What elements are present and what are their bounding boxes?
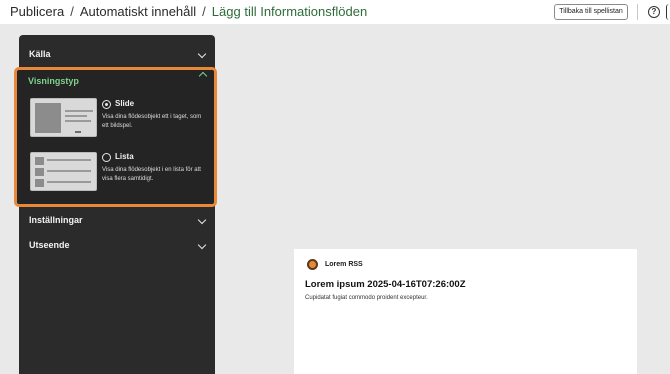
breadcrumb-current-page: Lägg till Informationsflöden [211,4,368,19]
breadcrumb-publicera[interactable]: Publicera [10,4,64,20]
lista-radio[interactable] [102,153,111,162]
back-to-playlist-button[interactable]: Tillbaka till spellistan [554,4,628,20]
breadcrumb-automatiskt-innehall[interactable]: Automatiskt innehåll [80,4,196,20]
list-text-line [47,170,91,172]
section-installningar-label: Inställningar [29,215,83,225]
slide-description: Visa dina flödesobjekt ett i taget, som … [102,114,202,129]
help-icon[interactable]: ? [648,6,660,18]
list-image-placeholder [35,179,44,187]
more-icon[interactable] [666,4,670,20]
breadcrumb-separator: / [70,4,74,19]
slide-image-placeholder [35,103,61,133]
feed-preview-card: Lorem RSS Lorem ipsum 2025-04-16T07:26:0… [294,249,637,374]
breadcrumb: Publicera / Automatiskt innehåll / Lägg … [10,4,367,20]
chevron-down-icon [197,49,207,59]
list-thumbnail[interactable] [30,152,97,191]
slide-pager-dots [75,131,81,133]
chevron-down-icon [197,240,207,250]
list-image-placeholder [35,157,44,165]
section-kalla[interactable]: Källa [29,46,207,62]
breadcrumb-separator: / [202,4,206,19]
lista-label: Lista [115,152,134,161]
feed-name: Lorem RSS [325,261,363,268]
chevron-down-icon [197,215,207,225]
slide-radio[interactable] [102,100,111,109]
feed-logo-icon [307,259,318,270]
section-utseende-label: Utseende [29,240,70,250]
feed-item-text: Cupidatat fugiat commodo proident except… [305,295,428,301]
list-image-placeholder [35,168,44,176]
list-text-line [47,159,91,161]
chevron-up-icon[interactable] [198,71,208,81]
top-bar: Publicera / Automatiskt innehåll / Lägg … [0,0,670,24]
slide-text-line [65,120,91,122]
section-utseende[interactable]: Utseende [29,237,207,253]
slide-thumbnail[interactable] [30,98,97,137]
header-divider [637,4,638,20]
feed-item-title: Lorem ipsum 2025-04-16T07:26:00Z [305,279,466,290]
list-text-line [47,181,91,183]
lista-description: Visa dina flödesobjekt i en lista för at… [102,167,201,182]
slide-text-line [65,115,87,117]
slide-label: Slide [115,99,135,108]
section-installningar[interactable]: Inställningar [29,212,207,228]
section-kalla-label: Källa [29,49,51,59]
section-visningstyp: Visningstyp Slide Visa dina flödesobjekt… [14,67,217,207]
section-visningstyp-label[interactable]: Visningstyp [28,73,79,89]
slide-text-line [65,110,93,112]
